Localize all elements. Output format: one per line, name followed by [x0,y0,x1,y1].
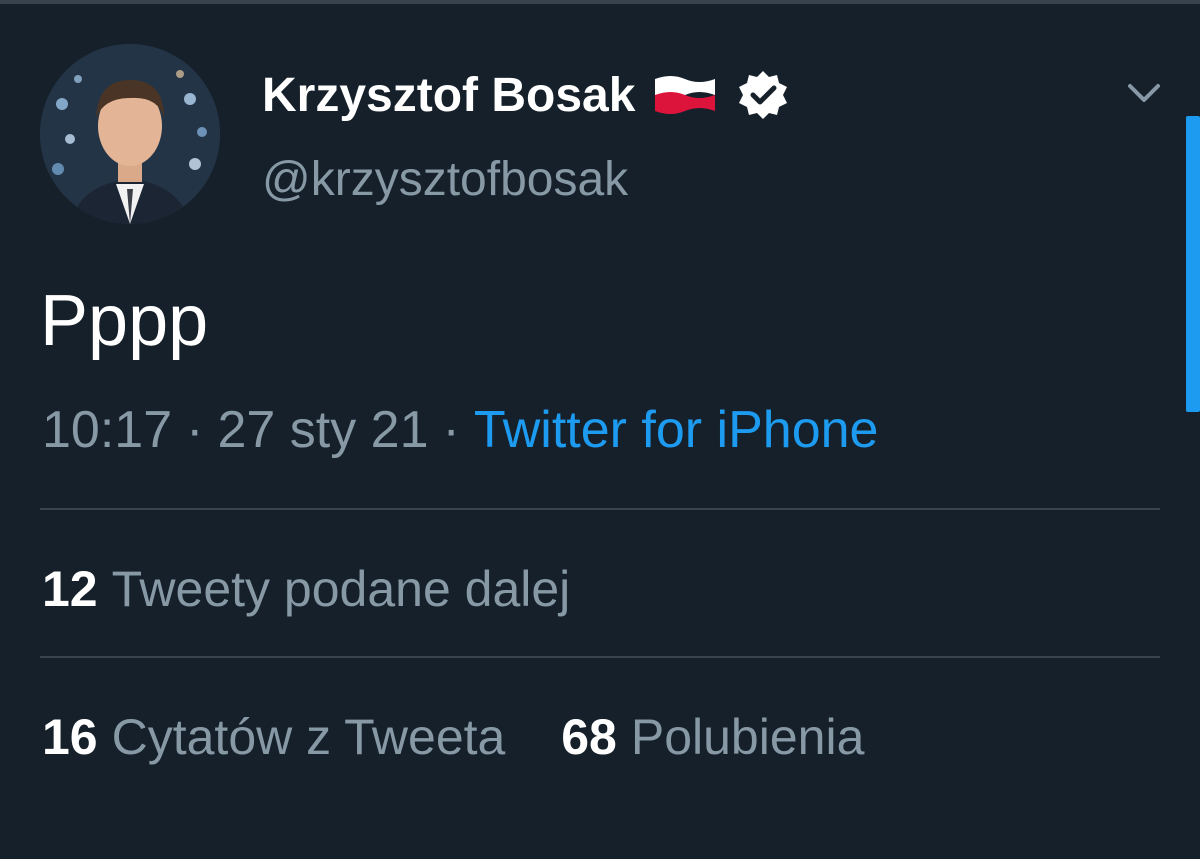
tweet-meta: 10:17 · 27 sty 21 · Twitter for iPhone [42,400,878,460]
quotes-count: 16 [42,709,98,765]
tweet-date[interactable]: 27 sty 21 [217,401,428,459]
quotes-label: Cytatów z Tweeta [111,709,506,765]
retweets-stat[interactable]: 12 Tweety podane dalej [42,560,570,618]
divider [40,508,1160,510]
tweet-text: Pppp [40,281,209,361]
avatar[interactable] [40,44,220,224]
top-border [0,0,1200,4]
retweets-count: 12 [42,561,98,617]
meta-separator: · [186,401,204,459]
likes-stat[interactable]: 68 Polubienia [561,708,864,766]
meta-separator: · [442,401,460,459]
chevron-down-icon[interactable] [1124,76,1164,112]
engagement-row: 16 Cytatów z Tweeta 68 Polubienia [42,708,864,766]
tweet-source-link[interactable]: Twitter for iPhone [474,401,879,459]
tweet-time: 10:17 [42,401,173,459]
avatar-photo [40,44,220,224]
divider [40,656,1160,658]
author-display-name[interactable]: Krzysztof Bosak [262,68,635,123]
retweets-row: 12 Tweety podane dalej [42,560,570,618]
quotes-stat[interactable]: 16 Cytatów z Tweeta [42,708,505,766]
scrollbar[interactable] [1186,116,1200,412]
poland-flag-icon [651,71,719,119]
author-name-row[interactable]: Krzysztof Bosak [262,60,789,130]
retweets-label: Tweety podane dalej [111,561,571,617]
author-handle[interactable]: @krzysztofbosak [262,152,628,207]
likes-count: 68 [561,709,617,765]
likes-label: Polubienia [630,709,865,765]
verified-badge-icon [737,69,789,121]
